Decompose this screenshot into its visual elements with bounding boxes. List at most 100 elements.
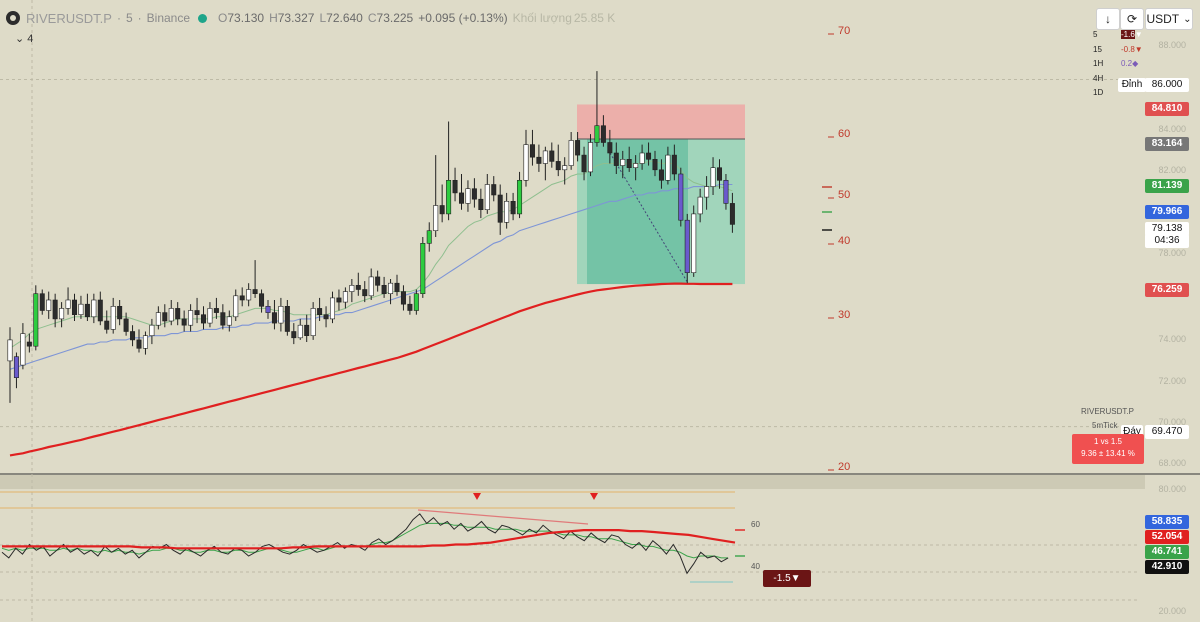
candle-body bbox=[471, 188, 477, 200]
rsi-value-label: 46.741 bbox=[1145, 545, 1189, 559]
currency-select[interactable]: USDT ⌄ bbox=[1145, 8, 1193, 30]
divergence-arrow-icon bbox=[473, 493, 481, 500]
candle-body bbox=[65, 299, 71, 309]
candle-body bbox=[433, 205, 439, 232]
candle bbox=[504, 192, 510, 229]
candle-body bbox=[600, 125, 606, 143]
symbol-header: RIVERUSDT.P · 5 · Binance O 73.130 H 73.32… bbox=[6, 9, 615, 27]
scroll-to-latest-button[interactable]: ↓ bbox=[1096, 8, 1120, 30]
candle-body bbox=[723, 180, 729, 204]
candle-body bbox=[581, 154, 587, 173]
candle-body bbox=[349, 284, 355, 292]
ratio-line-2: 9.36 ± 13.41 % bbox=[1081, 449, 1135, 458]
timeframe-trend-value: -1.6▼ bbox=[1121, 30, 1143, 39]
candle-body bbox=[342, 291, 348, 303]
level-label: 20 bbox=[838, 461, 850, 473]
candle bbox=[220, 304, 226, 330]
tick-note: 5mTick bbox=[1092, 421, 1118, 430]
candle-body bbox=[542, 150, 548, 164]
candle bbox=[20, 323, 26, 370]
candle-body bbox=[446, 180, 452, 215]
interval[interactable]: 5 bbox=[126, 11, 133, 25]
candle-body bbox=[297, 324, 303, 339]
rsi-signal-marker: -1.5▼ bbox=[763, 570, 811, 587]
candle-body bbox=[362, 289, 368, 297]
candle bbox=[413, 289, 419, 315]
level-label: 70 bbox=[838, 25, 850, 37]
candle-body bbox=[555, 161, 561, 171]
candle bbox=[458, 174, 464, 210]
candle-body bbox=[336, 297, 342, 303]
candle-body bbox=[710, 167, 716, 187]
candle bbox=[33, 285, 39, 351]
candle-body bbox=[291, 331, 297, 339]
candle bbox=[259, 289, 265, 313]
candle-body bbox=[20, 333, 26, 366]
candle bbox=[426, 222, 432, 252]
price-scale-tick: 74.000 bbox=[1158, 334, 1186, 344]
exchange-name: Binance bbox=[146, 11, 191, 25]
candle bbox=[7, 327, 13, 403]
candle-body bbox=[607, 142, 613, 154]
candle-body bbox=[97, 299, 103, 322]
candle-body bbox=[729, 203, 735, 225]
candle bbox=[323, 306, 329, 328]
candle-body bbox=[716, 167, 722, 181]
candle-body bbox=[510, 201, 516, 215]
candle bbox=[297, 318, 303, 340]
candle-body bbox=[652, 159, 658, 171]
candle-body bbox=[78, 303, 84, 316]
price-label: Đỉnh bbox=[1118, 78, 1146, 92]
level-label: 60 bbox=[838, 128, 850, 140]
candle bbox=[26, 333, 32, 353]
candle bbox=[497, 184, 503, 235]
candle-body bbox=[271, 312, 277, 324]
candle-body bbox=[646, 152, 652, 160]
candle-body bbox=[310, 308, 316, 336]
change-value: +0.095 (+0.13%) bbox=[418, 11, 508, 25]
candle-body bbox=[420, 243, 426, 295]
candle bbox=[568, 132, 574, 170]
candle bbox=[510, 192, 516, 221]
candle-body bbox=[220, 312, 226, 326]
candle-body bbox=[381, 284, 387, 294]
candle bbox=[329, 291, 335, 324]
candle-body bbox=[136, 339, 142, 349]
chevron-down-icon: ⌄ bbox=[1183, 13, 1192, 25]
candle-body bbox=[671, 154, 677, 175]
price-label: 83.164 bbox=[1145, 137, 1189, 151]
candle-body bbox=[149, 324, 155, 337]
candle-body bbox=[491, 184, 497, 196]
candle bbox=[188, 304, 194, 332]
candle-body bbox=[188, 310, 194, 326]
low-label: L bbox=[319, 11, 327, 25]
level-label: 50 bbox=[838, 189, 850, 201]
candle-body bbox=[587, 142, 593, 173]
symbol-name[interactable]: RIVERUSDT.P bbox=[26, 11, 112, 26]
candle bbox=[478, 188, 484, 219]
indicator-collapse-toggle[interactable]: ⌄ 4 bbox=[15, 32, 33, 45]
level-marks: 70 60 50 40 30 20 bbox=[822, 25, 850, 473]
high-value: 73.327 bbox=[277, 11, 315, 25]
candle-body bbox=[110, 305, 116, 330]
candle-body bbox=[439, 205, 445, 215]
candle-body bbox=[207, 308, 213, 324]
chart-canvas[interactable]: 70 60 50 40 30 20 bbox=[0, 0, 1200, 622]
candle bbox=[439, 184, 445, 223]
level-label: 30 bbox=[838, 309, 850, 321]
candle-body bbox=[233, 295, 239, 318]
candle-body bbox=[523, 144, 529, 181]
candle-body bbox=[52, 299, 58, 320]
candle-body bbox=[39, 293, 45, 311]
open-value: 73.130 bbox=[227, 11, 265, 25]
candle-body bbox=[194, 310, 200, 315]
reset-chart-button[interactable]: ⟳ bbox=[1120, 8, 1144, 30]
timeframe-label: 4H bbox=[1093, 73, 1104, 83]
close-label: C bbox=[367, 11, 377, 25]
candle-body bbox=[620, 159, 626, 166]
candle bbox=[149, 318, 155, 345]
candle bbox=[491, 176, 497, 202]
candle bbox=[155, 306, 161, 330]
pane-divider-band bbox=[0, 475, 1145, 489]
candle bbox=[407, 295, 413, 315]
